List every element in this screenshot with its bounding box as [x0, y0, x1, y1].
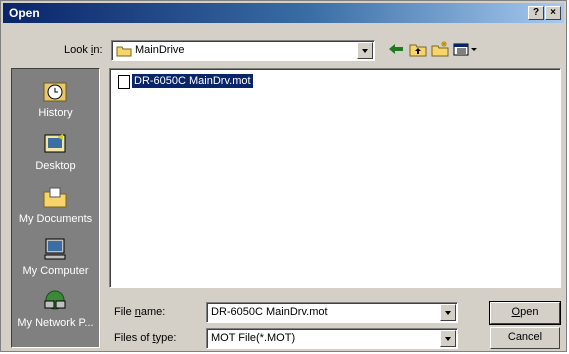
back-icon[interactable]	[386, 40, 406, 58]
title-bar[interactable]: Open ? ×	[3, 3, 564, 23]
desktop-icon	[44, 134, 66, 153]
place-history[interactable]: History	[12, 77, 99, 129]
place-label: History	[38, 107, 73, 119]
my-computer-icon	[44, 238, 66, 260]
place-my-computer[interactable]: My Computer	[12, 235, 99, 287]
look-in-value: MainDrive	[135, 44, 185, 56]
up-folder-icon[interactable]	[408, 40, 428, 58]
look-in-label: Look in:	[64, 44, 103, 56]
place-label: Desktop	[35, 160, 76, 172]
place-label: My Documents	[18, 213, 93, 225]
file-type-value: MOT File(*.MOT)	[211, 332, 296, 344]
place-desktop[interactable]: Desktop	[12, 130, 99, 182]
my-documents-icon	[43, 187, 67, 208]
place-label: My Network P...	[17, 317, 94, 329]
place-label: My Computer	[22, 265, 89, 277]
look-in-dropdown-arrow[interactable]	[357, 42, 373, 59]
cancel-button[interactable]: Cancel	[490, 327, 560, 349]
place-my-network[interactable]: My Network P...	[12, 287, 99, 339]
place-my-documents[interactable]: My Documents	[12, 183, 99, 235]
look-in-dropdown[interactable]: MainDrive	[111, 40, 375, 61]
file-type-dropdown-arrow[interactable]	[440, 330, 456, 347]
help-button[interactable]: ?	[528, 6, 544, 20]
file-name-dropdown-arrow[interactable]	[440, 304, 456, 321]
view-menu-icon[interactable]	[452, 40, 480, 58]
file-name-value: DR-6050C MainDrv.mot	[211, 306, 328, 318]
file-type-dropdown[interactable]: MOT File(*.MOT)	[206, 328, 458, 349]
file-type-label: Files of type:	[114, 332, 177, 344]
file-name: DR-6050C MainDrv.mot	[132, 74, 253, 88]
my-network-places-icon	[44, 290, 66, 310]
file-icon	[118, 75, 130, 89]
new-folder-icon[interactable]	[430, 40, 450, 58]
open-button[interactable]: Open	[489, 301, 561, 325]
places-bar: History Desktop My Documents My Computer…	[11, 68, 100, 348]
file-name-field[interactable]: DR-6050C MainDrv.mot	[206, 302, 458, 323]
file-list[interactable]: DR-6050C MainDrv.mot	[109, 68, 561, 288]
open-dialog: Open ? × Look in: MainDrive History Desk…	[0, 0, 567, 352]
folder-icon	[116, 46, 132, 57]
history-icon	[43, 82, 67, 102]
file-name-label: File name:	[114, 306, 166, 318]
close-button[interactable]: ×	[545, 6, 561, 20]
window-title: Open	[9, 6, 40, 20]
